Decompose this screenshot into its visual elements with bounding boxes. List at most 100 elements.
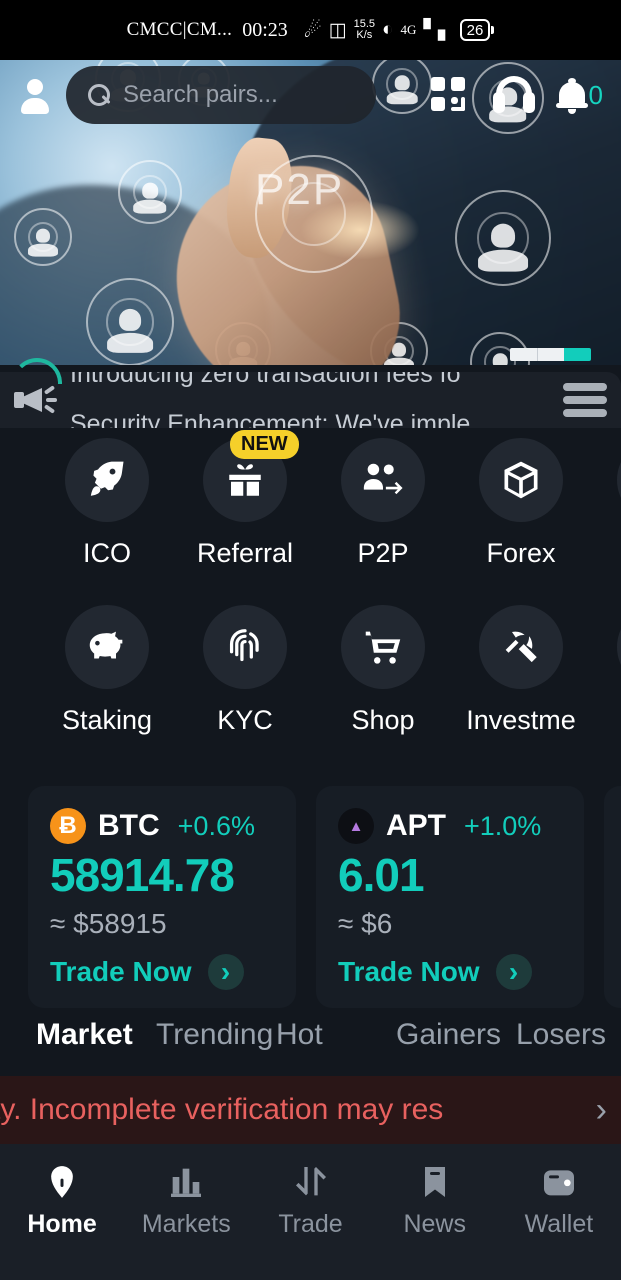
quick-action-ico[interactable]: ICO: [38, 438, 176, 569]
carousel-dot-2[interactable]: [537, 348, 564, 361]
nav-item-home[interactable]: Home: [0, 1162, 124, 1239]
pickaxe-mining-icon: [479, 605, 563, 689]
quick-action-label: ICO: [82, 538, 131, 568]
carousel-indicator[interactable]: [510, 348, 591, 361]
quick-action-partial-1[interactable]: E: [590, 438, 621, 569]
verification-warning-banner[interactable]: ty. Incomplete verification may res ›: [0, 1076, 621, 1144]
network-node-icon: [14, 208, 72, 266]
tab-label: Losers: [516, 1018, 607, 1051]
nav-item-news[interactable]: News: [373, 1162, 497, 1239]
quick-action-label: KYC: [217, 705, 273, 735]
ticker-usd-value: ≈ $58915: [50, 908, 167, 939]
notification-button[interactable]: 0: [555, 78, 603, 114]
quick-actions-row-2: Staking KYC Shop Investme Su: [0, 605, 621, 736]
people-exchange-icon: [341, 438, 425, 522]
trade-arrows-icon: [295, 1167, 326, 1196]
bitcoin-logo: Ƀ: [50, 808, 86, 844]
ticker-symbol: APT: [386, 809, 446, 842]
partial-icon: [617, 605, 621, 689]
nav-label: Trade: [278, 1210, 343, 1238]
vibrate-icon: ◫: [328, 19, 347, 41]
tab-losers[interactable]: Losers: [516, 1018, 621, 1076]
megaphone-icon: [14, 380, 66, 420]
ticker-header: Ƀ BTC +0.6%: [50, 808, 274, 844]
quick-action-partial-2[interactable]: Su: [590, 605, 621, 736]
bookmark-icon: [424, 1167, 445, 1197]
notification-count-badge: 0: [588, 79, 603, 110]
profile-avatar-icon[interactable]: [18, 78, 52, 114]
hamburger-menu-icon[interactable]: [563, 383, 607, 417]
quick-action-staking[interactable]: Staking: [38, 605, 176, 736]
tab-label: Market: [36, 1018, 133, 1051]
new-badge: NEW: [230, 430, 299, 459]
search-input[interactable]: [123, 81, 354, 109]
quick-action-kyc[interactable]: KYC: [176, 605, 314, 736]
quick-action-shop[interactable]: Shop: [314, 605, 452, 736]
ticker-card[interactable]: Ƀ BTC +0.6% 58914.78 ≈ $58915 Trade Now …: [28, 786, 296, 1008]
rocket-icon: [65, 438, 149, 522]
trade-now-label: Trade Now: [50, 956, 192, 987]
tab-gainers[interactable]: Gainers: [396, 1018, 516, 1076]
quick-action-p2p[interactable]: P2P: [314, 438, 452, 569]
nav-item-wallet[interactable]: Wallet: [497, 1162, 621, 1239]
ticker-card[interactable]: ▲ APT +1.0% 6.01 ≈ $6 Trade Now ›: [316, 786, 584, 1008]
network-speed-unit: K/s: [356, 29, 373, 41]
chevron-right-icon: ›: [207, 954, 244, 990]
fingerprint-icon: [203, 605, 287, 689]
battery-level-label: 26: [459, 19, 491, 41]
tab-label: Gainers: [396, 1018, 502, 1051]
quick-action-investment[interactable]: Investme: [452, 605, 590, 736]
search-bar[interactable]: [66, 66, 376, 124]
announcement-line-2: Security Enhancement: We've imple: [70, 410, 471, 428]
quick-action-forex[interactable]: Forex: [452, 438, 590, 569]
nav-label: Home: [27, 1210, 97, 1238]
app-header: 0: [0, 60, 621, 130]
headphones-icon[interactable]: [492, 76, 535, 114]
search-icon: [88, 84, 110, 106]
nav-item-trade[interactable]: Trade: [248, 1162, 372, 1239]
announcement-bar[interactable]: Introducing zero transaction fees fo Sec…: [0, 358, 621, 428]
piggy-bank-icon: [65, 605, 149, 689]
ticker-price: 58914.78: [50, 849, 235, 901]
quick-actions-row-1: ICO NEW Referral P2P Forex E: [0, 430, 621, 569]
bell-icon: [555, 78, 588, 114]
carrier-label: CMCC|CM...: [126, 19, 233, 40]
network-node-icon: [86, 278, 174, 365]
ticker-usd-value: ≈ $6: [338, 908, 393, 939]
nav-label: News: [403, 1210, 466, 1238]
box-cube-icon: [479, 438, 563, 522]
wifi-icon: ◐: [382, 19, 394, 40]
ticker-card-list: Ƀ BTC +0.6% 58914.78 ≈ $58915 Trade Now …: [0, 786, 621, 1008]
trade-now-button[interactable]: Trade Now ›: [338, 954, 562, 990]
quick-action-referral[interactable]: NEW Referral: [176, 430, 314, 569]
carousel-dot-1[interactable]: [510, 348, 537, 361]
tab-label: Trending: [156, 1018, 274, 1051]
wallet-icon: [543, 1170, 574, 1196]
header-actions: 0: [430, 75, 603, 115]
quick-action-label: Staking: [61, 705, 153, 735]
network-speed: 15.5 K/s: [354, 19, 375, 41]
partial-icon: [617, 438, 621, 522]
ticker-change: +1.0%: [464, 810, 542, 841]
qr-scan-icon[interactable]: [430, 75, 471, 115]
clock-label: 00:23: [242, 18, 288, 41]
chevron-right-icon[interactable]: ›: [582, 1091, 621, 1130]
tab-hot[interactable]: Hot: [276, 1018, 396, 1076]
tab-trending[interactable]: Trending: [156, 1018, 276, 1076]
nav-item-markets[interactable]: Markets: [124, 1162, 248, 1239]
ticker-card-partial[interactable]: L 0 ≈ T: [604, 786, 621, 1008]
network-node-icon: [455, 190, 551, 286]
carousel-dot-3-active[interactable]: [564, 348, 591, 361]
market-tabs: Market Trending Hot Gainers Losers: [0, 1018, 621, 1076]
status-bar: CMCC|CM... 00:23 ☄ ◫ 15.5 K/s ◐ 4G ▘▖ 26: [0, 0, 621, 60]
announcement-line-1: Introducing zero transaction fees fo: [70, 372, 461, 388]
status-icons: ☄ ◫ 15.5 K/s ◐ 4G ▘▖ 26: [304, 18, 495, 43]
announcement-text-scroller: Introducing zero transaction fees fo Sec…: [70, 372, 563, 428]
bottom-navigation: Home Markets Trade News Wallet: [0, 1144, 621, 1280]
tab-market[interactable]: Market: [36, 1018, 156, 1076]
warning-text: ty. Incomplete verification may res: [0, 1093, 444, 1126]
quick-action-label: Referral: [196, 538, 294, 568]
ticker-header: ▲ APT +1.0%: [338, 808, 562, 844]
ticker-price: 6.01: [338, 849, 425, 901]
trade-now-button[interactable]: Trade Now ›: [50, 954, 274, 990]
